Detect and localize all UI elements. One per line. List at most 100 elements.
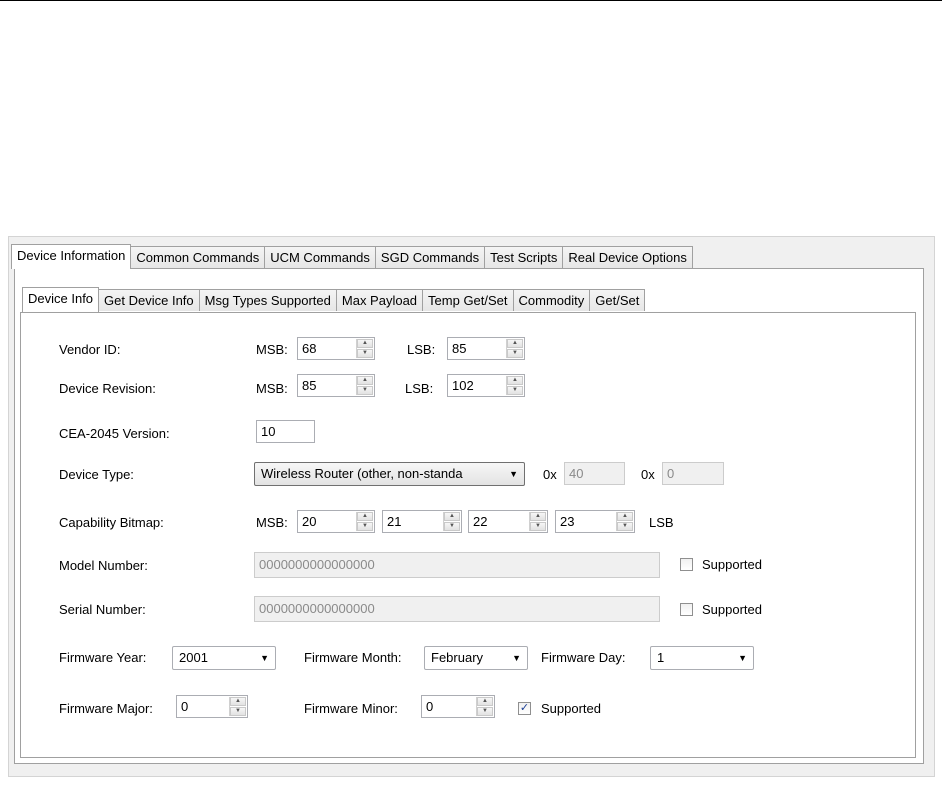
firmware-supported-label: Supported bbox=[541, 701, 601, 716]
model-number-label: Model Number: bbox=[59, 558, 148, 573]
device-type-hex2-field: 0 bbox=[662, 462, 724, 485]
model-number-field: 0000000000000000 bbox=[254, 552, 660, 578]
capability-byte-3-value: 22 bbox=[473, 514, 488, 529]
firmware-minor-stepper[interactable]: 0 ▲ ▼ bbox=[421, 695, 495, 718]
spin-up-icon[interactable]: ▲ bbox=[230, 697, 246, 706]
device-type-hex1-prefix: 0x bbox=[543, 467, 557, 482]
device-type-value: Wireless Router (other, non-standa bbox=[261, 466, 463, 481]
revision-msb-value: 85 bbox=[302, 378, 317, 393]
spin-up-icon[interactable]: ▲ bbox=[530, 512, 546, 521]
model-supported-label: Supported bbox=[702, 557, 762, 572]
revision-msb-stepper[interactable]: 85 ▲ ▼ bbox=[297, 374, 375, 397]
tab-temp-get-set[interactable]: Temp Get/Set bbox=[423, 289, 514, 311]
serial-supported-checkbox[interactable] bbox=[680, 603, 693, 616]
firmware-day-value: 1 bbox=[657, 650, 665, 665]
serial-number-label: Serial Number: bbox=[59, 602, 146, 617]
spin-up-icon[interactable]: ▲ bbox=[357, 512, 373, 521]
device-type-select[interactable]: Wireless Router (other, non-standa ▼ bbox=[254, 462, 525, 486]
firmware-month-select[interactable]: February ▼ bbox=[424, 646, 528, 670]
top-divider bbox=[0, 0, 942, 1]
capability-byte-2-value: 21 bbox=[387, 514, 402, 529]
firmware-year-select[interactable]: 2001 ▼ bbox=[172, 646, 276, 670]
spin-up-icon[interactable]: ▲ bbox=[357, 339, 373, 348]
device-type-hex1-field: 40 bbox=[564, 462, 625, 485]
spin-down-icon[interactable]: ▼ bbox=[357, 386, 373, 395]
chevron-down-icon: ▼ bbox=[509, 469, 518, 479]
vendor-msb-label: MSB: bbox=[256, 342, 288, 357]
tab-common-commands[interactable]: Common Commands bbox=[131, 246, 266, 268]
capability-byte-4-stepper[interactable]: 23 ▲ ▼ bbox=[555, 510, 635, 533]
firmware-supported-checkbox[interactable]: ✓ bbox=[518, 702, 531, 715]
spin-down-icon[interactable]: ▼ bbox=[357, 349, 373, 358]
tab-msg-types-supported[interactable]: Msg Types Supported bbox=[199, 289, 337, 311]
firmware-month-value: February bbox=[431, 650, 484, 665]
tab-get-device-info[interactable]: Get Device Info bbox=[99, 289, 200, 311]
revision-msb-label: MSB: bbox=[256, 381, 288, 396]
serial-number-field: 0000000000000000 bbox=[254, 596, 660, 622]
checkmark-icon: ✓ bbox=[519, 702, 530, 714]
spin-up-icon[interactable]: ▲ bbox=[507, 339, 523, 348]
firmware-major-value: 0 bbox=[181, 699, 189, 714]
spin-down-icon[interactable]: ▼ bbox=[357, 522, 373, 531]
device-revision-label: Device Revision: bbox=[59, 381, 156, 396]
tab-test-scripts[interactable]: Test Scripts bbox=[485, 246, 564, 268]
inner-tabstrip: Device Info Get Device Info Msg Types Su… bbox=[22, 287, 646, 312]
firmware-year-label: Firmware Year: bbox=[59, 650, 147, 665]
firmware-minor-value: 0 bbox=[426, 699, 434, 714]
cea-version-label: CEA-2045 Version: bbox=[59, 426, 170, 441]
spin-down-icon[interactable]: ▼ bbox=[444, 522, 460, 531]
spin-up-icon[interactable]: ▲ bbox=[357, 376, 373, 385]
tab-sgd-commands[interactable]: SGD Commands bbox=[375, 246, 486, 268]
spin-up-icon[interactable]: ▲ bbox=[617, 512, 633, 521]
spin-up-icon[interactable]: ▲ bbox=[477, 697, 493, 706]
spin-up-icon[interactable]: ▲ bbox=[507, 376, 523, 385]
model-supported-checkbox[interactable] bbox=[680, 558, 693, 571]
chevron-down-icon: ▼ bbox=[738, 653, 747, 663]
tab-get-set[interactable]: Get/Set bbox=[590, 289, 646, 311]
revision-lsb-value: 102 bbox=[452, 378, 474, 393]
tab-max-payload[interactable]: Max Payload bbox=[336, 289, 424, 311]
capability-byte-1-stepper[interactable]: 20 ▲ ▼ bbox=[297, 510, 375, 533]
device-type-label: Device Type: bbox=[59, 467, 134, 482]
firmware-day-label: Firmware Day: bbox=[541, 650, 626, 665]
tab-ucm-commands[interactable]: UCM Commands bbox=[265, 246, 376, 268]
firmware-day-select[interactable]: 1 ▼ bbox=[650, 646, 754, 670]
capability-byte-4-value: 23 bbox=[560, 514, 575, 529]
vendor-msb-value: 68 bbox=[302, 341, 317, 356]
capability-byte-3-stepper[interactable]: 22 ▲ ▼ bbox=[468, 510, 548, 533]
firmware-year-value: 2001 bbox=[179, 650, 208, 665]
spin-down-icon[interactable]: ▼ bbox=[477, 707, 493, 716]
vendor-id-label: Vendor ID: bbox=[59, 342, 121, 357]
capability-byte-2-stepper[interactable]: 21 ▲ ▼ bbox=[382, 510, 462, 533]
revision-lsb-label: LSB: bbox=[405, 381, 434, 396]
tab-device-info[interactable]: Device Info bbox=[22, 287, 100, 312]
spin-up-icon[interactable]: ▲ bbox=[444, 512, 460, 521]
spin-down-icon[interactable]: ▼ bbox=[530, 522, 546, 531]
capability-lsb-label: LSB bbox=[649, 515, 674, 530]
firmware-major-label: Firmware Major: bbox=[59, 701, 153, 716]
tab-device-information[interactable]: Device Information bbox=[11, 244, 132, 269]
serial-supported-label: Supported bbox=[702, 602, 762, 617]
tab-commodity[interactable]: Commodity bbox=[513, 289, 591, 311]
firmware-minor-label: Firmware Minor: bbox=[304, 701, 398, 716]
cea-version-field[interactable]: 10 bbox=[256, 420, 315, 443]
spin-down-icon[interactable]: ▼ bbox=[507, 349, 523, 358]
capability-bitmap-label: Capability Bitmap: bbox=[59, 515, 164, 530]
vendor-lsb-label: LSB: bbox=[407, 342, 436, 357]
outer-tabstrip: Device Information Common Commands UCM C… bbox=[11, 244, 693, 269]
vendor-lsb-stepper[interactable]: 85 ▲ ▼ bbox=[447, 337, 525, 360]
firmware-major-stepper[interactable]: 0 ▲ ▼ bbox=[176, 695, 248, 718]
capability-msb-label: MSB: bbox=[256, 515, 288, 530]
chevron-down-icon: ▼ bbox=[512, 653, 521, 663]
tab-real-device-options[interactable]: Real Device Options bbox=[563, 246, 693, 268]
revision-lsb-stepper[interactable]: 102 ▲ ▼ bbox=[447, 374, 525, 397]
firmware-month-label: Firmware Month: bbox=[304, 650, 402, 665]
chevron-down-icon: ▼ bbox=[260, 653, 269, 663]
spin-down-icon[interactable]: ▼ bbox=[230, 707, 246, 716]
vendor-msb-stepper[interactable]: 68 ▲ ▼ bbox=[297, 337, 375, 360]
capability-byte-1-value: 20 bbox=[302, 514, 317, 529]
spin-down-icon[interactable]: ▼ bbox=[617, 522, 633, 531]
vendor-lsb-value: 85 bbox=[452, 341, 467, 356]
spin-down-icon[interactable]: ▼ bbox=[507, 386, 523, 395]
device-type-hex2-prefix: 0x bbox=[641, 467, 655, 482]
